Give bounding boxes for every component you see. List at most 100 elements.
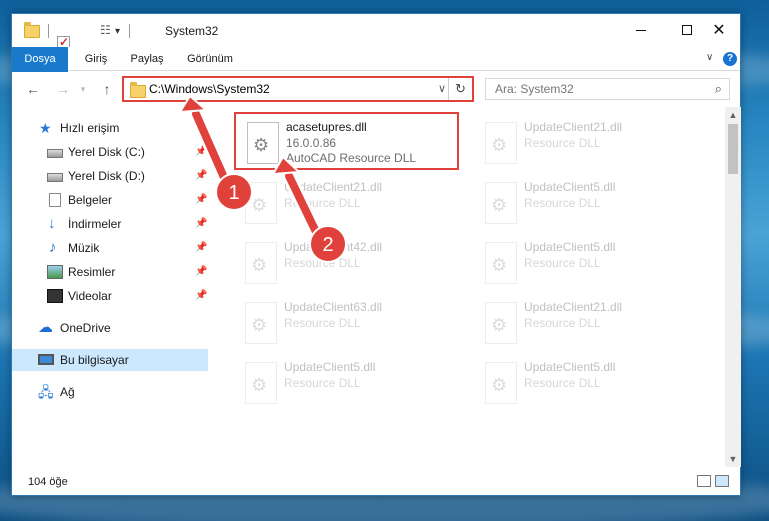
sidebar-item-label: OneDrive: [60, 321, 111, 335]
sidebar-item-local-disk-c[interactable]: Yerel Disk (C:) 📌: [12, 141, 208, 163]
file-name: UpdateClient5.dll: [524, 240, 616, 254]
dll-file-icon: [485, 302, 517, 344]
file-explorer-window: ☷ ▾ System32 ✕ Dosya Giriş Paylaş Görünü…: [11, 13, 741, 496]
star-icon: ★: [39, 120, 52, 136]
disk-icon: [47, 173, 63, 182]
file-name: UpdateClient21.dll: [524, 120, 623, 134]
large-icons-view-icon[interactable]: [715, 475, 729, 487]
minimize-icon: [636, 29, 646, 31]
sidebar-item-label: Bu bilgisayar: [60, 353, 129, 367]
pin-icon[interactable]: 📌: [195, 170, 207, 181]
dll-file-icon: [485, 242, 517, 284]
dll-file-icon: [245, 242, 277, 284]
pin-icon[interactable]: 📌: [195, 266, 207, 277]
dll-file-icon: [485, 182, 517, 224]
disk-icon: [47, 149, 63, 158]
computer-icon: [38, 354, 54, 365]
dll-file-icon: [485, 362, 517, 404]
minimize-button[interactable]: [618, 14, 664, 46]
sidebar-item-downloads[interactable]: ↓ İndirmeler 📌: [12, 213, 208, 235]
quick-access-dropdown-icon[interactable]: ▾: [115, 26, 120, 42]
back-button[interactable]: ←: [24, 80, 42, 98]
expand-ribbon-icon[interactable]: ∨: [706, 52, 713, 63]
file-item[interactable]: UpdateClient21.dll Resource DLL: [474, 294, 699, 352]
sidebar-item-music[interactable]: ♪ Müzik 📌: [12, 237, 208, 259]
tab-view[interactable]: Görünüm: [182, 47, 238, 71]
file-description: Resource DLL: [284, 316, 361, 330]
title-bar: ☷ ▾ System32 ✕: [12, 14, 742, 66]
network-icon: 🖧: [38, 384, 54, 400]
sidebar-item-label: Videolar: [68, 289, 112, 303]
sidebar-item-quick-access[interactable]: ★ Hızlı erişim: [12, 117, 208, 139]
file-name: UpdateClient5.dll: [524, 360, 616, 374]
file-description: Resource DLL: [524, 136, 601, 150]
download-icon: ↓: [48, 215, 56, 232]
window-title: System32: [165, 24, 219, 38]
file-name: UpdateClient42.dll: [284, 240, 383, 254]
pin-icon[interactable]: 📌: [195, 218, 207, 229]
file-item[interactable]: UpdateClient63.dll Resource DLL: [234, 294, 459, 352]
file-item[interactable]: UpdateClient5.dll Resource DLL: [474, 234, 699, 292]
file-list: acasetupres.dll 16.0.0.86 AutoCAD Resour…: [222, 107, 725, 467]
sidebar-item-videos[interactable]: Videolar 📌: [12, 285, 208, 307]
search-icon[interactable]: ⌕: [715, 81, 722, 97]
vertical-scrollbar[interactable]: ▲ ▼: [725, 107, 741, 467]
file-item[interactable]: UpdateClient5.dll Resource DLL: [474, 354, 699, 412]
video-icon: [47, 289, 63, 303]
scroll-down-icon[interactable]: ▼: [725, 451, 741, 467]
file-name: UpdateClient5.dll: [284, 360, 376, 374]
search-input[interactable]: [486, 79, 696, 99]
file-item[interactable]: UpdateClient42.dll Resource DLL: [234, 234, 459, 292]
sidebar-item-network[interactable]: 🖧 Ağ: [12, 381, 208, 403]
sidebar-item-this-pc[interactable]: Bu bilgisayar: [12, 349, 208, 371]
customize-icon[interactable]: ☷: [100, 23, 111, 39]
address-path[interactable]: C:\Windows\System32: [149, 82, 270, 96]
refresh-button[interactable]: ↻: [448, 78, 472, 100]
maximize-icon: [682, 25, 692, 35]
file-name: UpdateClient5.dll: [524, 180, 616, 194]
scroll-up-icon[interactable]: ▲: [725, 107, 741, 123]
help-icon[interactable]: ?: [723, 52, 737, 66]
sidebar-item-onedrive[interactable]: ☁ OneDrive: [12, 317, 208, 339]
sidebar-item-documents[interactable]: Belgeler 📌: [12, 189, 208, 211]
sidebar-item-local-disk-d[interactable]: Yerel Disk (D:) 📌: [12, 165, 208, 187]
sidebar-item-pictures[interactable]: Resimler 📌: [12, 261, 208, 283]
sidebar-item-label: Müzik: [68, 241, 100, 255]
up-button[interactable]: ↑: [98, 80, 116, 98]
search-box[interactable]: ⌕: [485, 78, 730, 100]
pin-icon[interactable]: 📌: [195, 146, 207, 157]
file-description: AutoCAD Resource DLL: [286, 151, 417, 165]
file-description: Resource DLL: [524, 316, 601, 330]
pin-icon[interactable]: 📌: [195, 290, 207, 301]
forward-button[interactable]: →: [54, 80, 72, 98]
sidebar-item-label: Yerel Disk (D:): [68, 169, 145, 183]
file-item[interactable]: UpdateClient5.dll Resource DLL: [474, 174, 699, 232]
pin-icon[interactable]: 📌: [195, 194, 207, 205]
file-item[interactable]: UpdateClient21.dll Resource DLL: [474, 114, 699, 172]
tab-share[interactable]: Paylaş: [126, 47, 168, 71]
pin-icon[interactable]: 📌: [195, 242, 207, 253]
close-button[interactable]: ✕: [696, 14, 742, 46]
refresh-icon: ↻: [455, 81, 466, 96]
file-description: Resource DLL: [284, 256, 361, 270]
file-name: UpdateClient21.dll: [524, 300, 623, 314]
tab-home[interactable]: Giriş: [78, 47, 114, 71]
details-view-icon[interactable]: [697, 475, 711, 487]
ribbon-tabs: Dosya Giriş Paylaş Görünüm ∨ ?: [12, 47, 740, 105]
file-item-acasetupres[interactable]: acasetupres.dll 16.0.0.86 AutoCAD Resour…: [234, 112, 459, 170]
file-description: Resource DLL: [524, 376, 601, 390]
music-icon: ♪: [49, 239, 57, 256]
sidebar-item-label: Belgeler: [68, 193, 113, 207]
address-bar[interactable]: C:\Windows\System32 ∨ ↻: [122, 76, 474, 102]
scroll-thumb[interactable]: [728, 124, 738, 174]
status-bar: 104 öğe: [12, 469, 740, 495]
folder-icon: [24, 22, 40, 38]
recent-locations-button[interactable]: ▾: [74, 80, 92, 98]
cloud-icon: ☁: [38, 319, 53, 336]
navigation-bar: ← → ▾ ↑ C:\Windows\System32 ∨ ↻ ⌕: [12, 72, 740, 106]
file-description: Resource DLL: [524, 256, 601, 270]
item-count: 104 öğe: [28, 476, 68, 488]
file-item[interactable]: UpdateClient5.dll Resource DLL: [234, 354, 459, 412]
file-item[interactable]: UpdateClient21.dll Resource DLL: [234, 174, 459, 232]
address-dropdown-icon[interactable]: ∨: [438, 82, 446, 95]
